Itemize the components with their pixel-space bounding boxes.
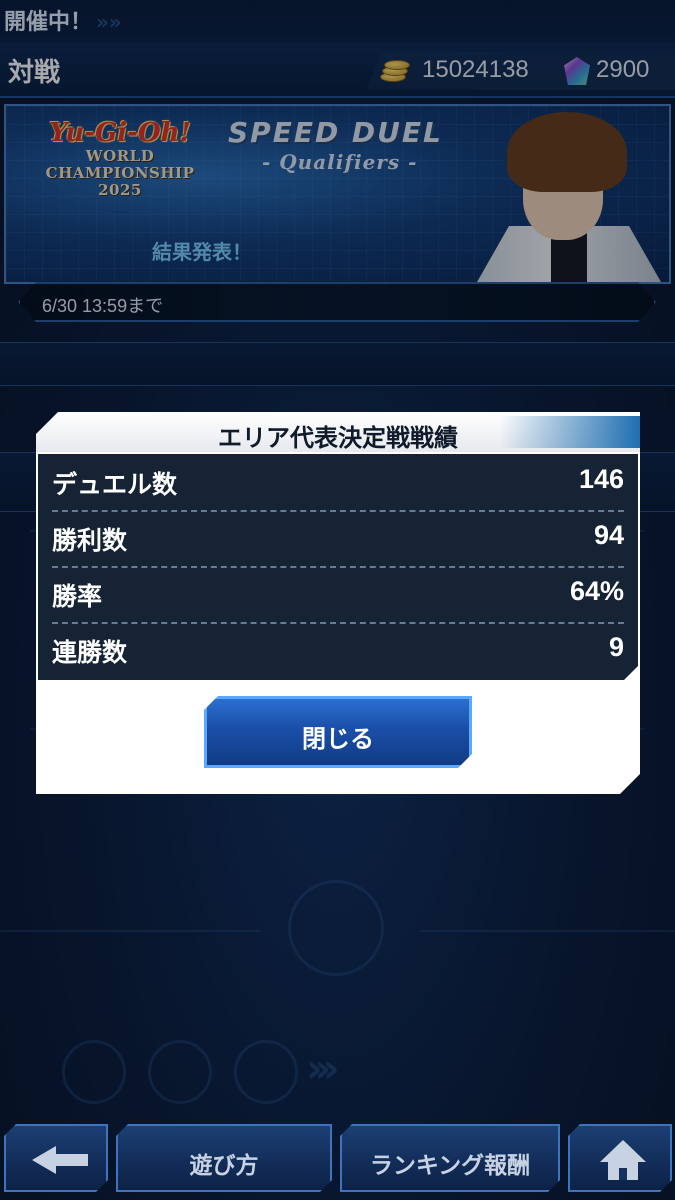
stat-label: 勝率: [52, 583, 103, 611]
stat-row-win-streak: 連勝数 9: [38, 622, 638, 677]
stat-row-duels: デュエル数 146: [38, 454, 638, 509]
how-to-play-label: 遊び方: [189, 1152, 259, 1178]
stats-panel: デュエル数 146 勝利数 94 勝率 64% 連勝数 9: [38, 454, 638, 680]
dialog-title: エリア代表決定戦戦績: [218, 425, 458, 452]
bottom-nav: 遊び方 ランキング報酬: [0, 1118, 675, 1200]
close-button[interactable]: 閉じる: [204, 696, 472, 768]
stat-row-win-rate: 勝率 64%: [38, 566, 638, 621]
dialog-title-bar: エリア代表決定戦戦績: [36, 412, 640, 452]
close-button-label: 閉じる: [302, 726, 374, 753]
ranking-rewards-label: ランキング報酬: [369, 1152, 531, 1178]
dialog-body: デュエル数 146 勝利数 94 勝率 64% 連勝数 9 閉じる: [36, 452, 640, 794]
stat-label: 連勝数: [52, 639, 128, 667]
home-icon: [600, 1140, 646, 1180]
stat-value: 94: [593, 520, 624, 550]
stat-value: 9: [608, 632, 624, 662]
home-button[interactable]: [568, 1124, 672, 1192]
stat-value: 64%: [569, 576, 624, 606]
ranking-rewards-button[interactable]: ランキング報酬: [340, 1124, 560, 1192]
stat-row-wins: 勝利数 94: [38, 510, 638, 565]
stat-label: デュエル数: [52, 471, 178, 499]
how-to-play-button[interactable]: 遊び方: [116, 1124, 332, 1192]
back-arrow-icon: [32, 1146, 88, 1174]
stat-value: 146: [578, 464, 624, 494]
stat-label: 勝利数: [52, 527, 128, 555]
stats-dialog: エリア代表決定戦戦績 デュエル数 146 勝利数 94 勝率 64% 連勝数 9: [36, 412, 640, 794]
back-button[interactable]: [4, 1124, 108, 1192]
